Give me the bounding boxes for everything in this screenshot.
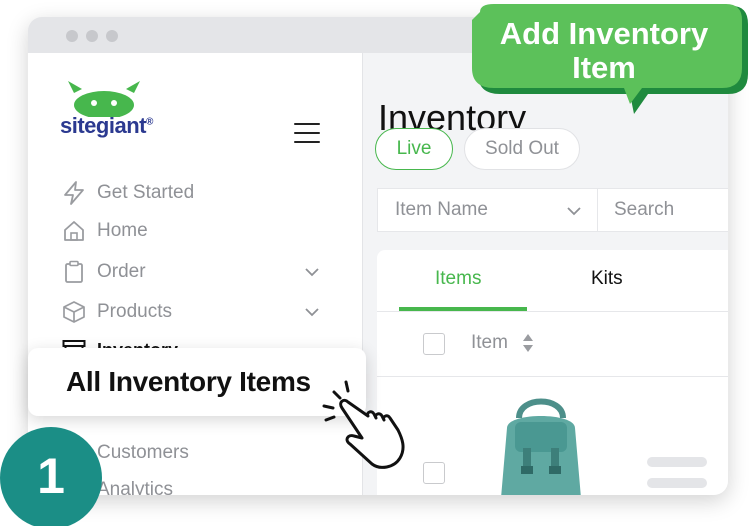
tab-label: Live [396,138,432,159]
filter-bar: Item Name Search [377,188,728,232]
table-header-row: Item [377,312,728,376]
logo-mascot-icon [68,81,140,117]
tutorial-stage: sitegiant® Get Started Home Order Produc… [0,0,756,526]
field-select-value: Item Name [395,199,488,220]
tab-items[interactable]: Items [435,268,481,290]
sidebar-item-order[interactable]: Order [62,258,146,286]
sidebar-item-label: Customers [97,442,189,463]
submenu-all-inventory-items[interactable]: All Inventory Items [28,348,366,416]
callout-label: Add Inventory Item [499,16,709,85]
home-icon [62,219,86,243]
tab-kits[interactable]: Kits [591,268,623,290]
placeholder-line [647,457,707,467]
sitegiant-logo[interactable]: sitegiant® [60,79,190,139]
chevron-down-icon[interactable] [304,304,320,320]
logo-wordmark: sitegiant® [60,113,153,138]
box-icon [62,300,86,324]
backpack-thumbnail [501,398,581,495]
pointer-hand-icon [322,380,405,469]
sidebar-item-label: Products [97,301,172,322]
sidebar-item-get-started[interactable]: Get Started [62,179,194,207]
clipboard-icon [62,260,86,284]
submenu-label: All Inventory Items [66,366,311,397]
sidebar-item-label: Home [97,220,148,241]
tab-label: Sold Out [485,138,559,159]
window-dot [66,30,78,42]
tab-live[interactable]: Live [375,128,453,170]
sidebar-item-label: Get Started [97,182,195,203]
chevron-down-icon [567,207,581,216]
sidebar-item-label: Analytics [97,479,174,495]
field-select-dropdown[interactable]: Item Name [378,189,598,231]
sidebar: sitegiant® Get Started Home Order Produc… [28,53,363,495]
sidebar-item-home[interactable]: Home [62,217,148,245]
step-number-badge: 1 [0,427,102,526]
window-dot [106,30,118,42]
step-number: 1 [37,448,65,504]
row-checkbox[interactable] [423,462,445,484]
placeholder-line [647,478,707,488]
inventory-table: Items Kits Item [377,250,728,495]
sidebar-item-products[interactable]: Products [62,298,172,326]
chevron-down-icon[interactable] [304,264,320,280]
add-inventory-item-callout: Add Inventory Item [470,4,750,114]
hamburger-menu-icon[interactable] [294,123,320,143]
tab-sold-out[interactable]: Sold Out [464,128,580,170]
column-header-item[interactable]: Item [471,332,508,354]
window-dot [86,30,98,42]
select-all-checkbox[interactable] [423,333,445,355]
divider [377,376,728,377]
lightning-icon [62,181,86,205]
search-input[interactable]: Search [614,199,674,221]
sidebar-item-label: Order [97,261,146,282]
sort-icon[interactable] [521,332,535,354]
